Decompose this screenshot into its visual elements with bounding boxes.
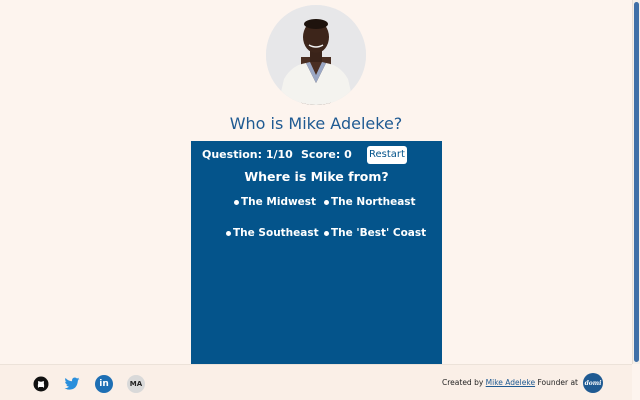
answer-option-southeast[interactable]: The Southeast — [226, 227, 319, 239]
domi-logo-link[interactable]: domi — [583, 373, 603, 393]
footer-credit: Created by Mike Adeleke Founder at — [442, 378, 578, 387]
answer-option-northeast[interactable]: The Northeast — [324, 196, 416, 208]
ma-logo-icon: MA — [127, 375, 145, 393]
radio-bullet-icon — [234, 199, 239, 205]
answer-option-midwest[interactable]: The Midwest — [234, 196, 316, 208]
quiz-panel: Question: 1/10 Score: 0 Restart Where is… — [191, 141, 442, 366]
personal-site-link[interactable]: MA — [127, 375, 145, 393]
answer-option-label: The Northeast — [331, 196, 416, 208]
restart-button[interactable]: Restart — [367, 146, 407, 164]
page-title: Who is Mike Adeleke? — [229, 114, 403, 133]
credit-prefix: Created by — [442, 378, 484, 387]
question-text: Where is Mike from? — [244, 169, 389, 184]
answer-option-label: The Southeast — [233, 227, 319, 239]
github-link[interactable] — [32, 375, 50, 393]
scrollbar-thumb[interactable] — [634, 2, 639, 362]
linkedin-link[interactable]: in — [95, 375, 113, 393]
avatar-photo — [266, 5, 366, 105]
scrollbar[interactable] — [632, 0, 640, 364]
score-display: Score: 0 — [301, 148, 352, 161]
github-icon — [33, 376, 49, 392]
twitter-icon — [64, 377, 80, 390]
credit-suffix: Founder at — [537, 378, 578, 387]
answer-option-label: The 'Best' Coast — [331, 227, 427, 239]
domi-logo-icon: domi — [584, 379, 602, 387]
radio-bullet-icon — [226, 230, 231, 236]
footer: in MA Created by Mike Adeleke Founder at… — [0, 364, 632, 400]
question-counter: Question: 1/10 — [202, 148, 293, 161]
radio-bullet-icon — [324, 199, 329, 205]
twitter-link[interactable] — [63, 375, 81, 393]
author-link[interactable]: Mike Adeleke — [486, 378, 535, 387]
avatar — [266, 5, 366, 105]
radio-bullet-icon — [324, 230, 329, 236]
answer-option-label: The Midwest — [241, 196, 317, 208]
linkedin-icon: in — [95, 375, 113, 393]
answer-option-best-coast[interactable]: The 'Best' Coast — [324, 227, 426, 239]
